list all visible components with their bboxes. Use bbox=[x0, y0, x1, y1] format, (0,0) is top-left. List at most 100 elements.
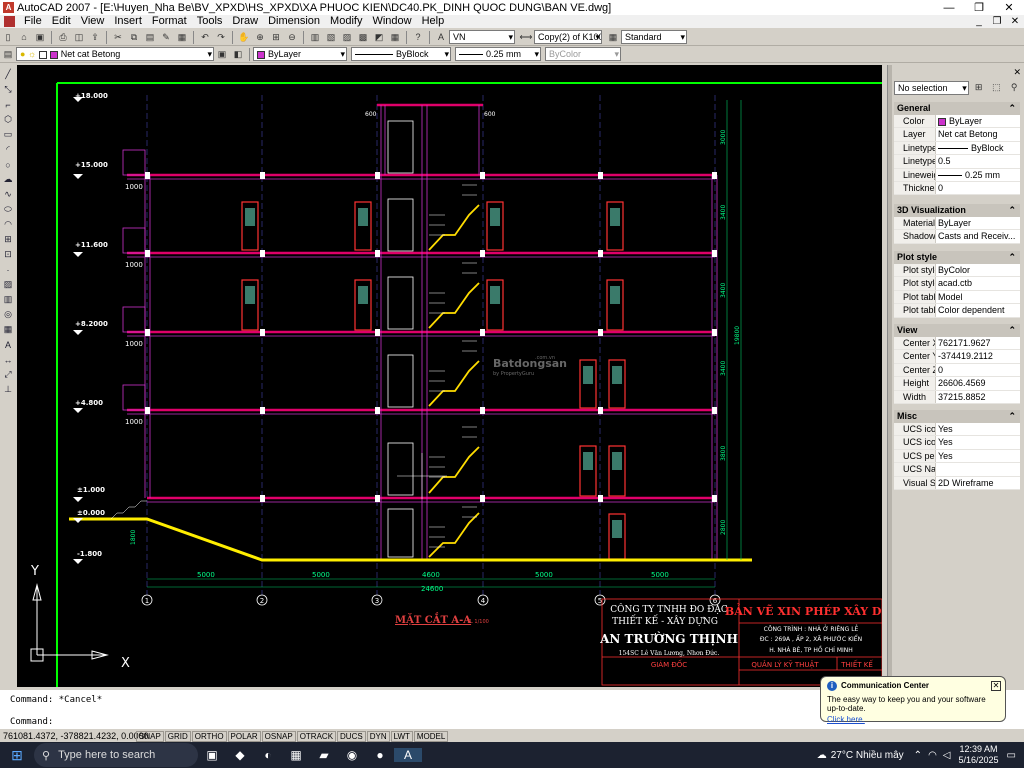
text-style-combo[interactable]: VN bbox=[449, 30, 515, 44]
prop-row[interactable]: UCS icon ...Yes bbox=[894, 436, 1020, 450]
plotstyle-combo[interactable]: ByColor bbox=[545, 47, 621, 61]
make-block-icon[interactable]: ⊡ bbox=[2, 248, 15, 261]
table-style-icon[interactable]: ▦ bbox=[606, 30, 620, 44]
ducs-button[interactable]: DUCS bbox=[337, 730, 366, 742]
gradient-icon[interactable]: ▥ bbox=[2, 293, 15, 306]
prop-row[interactable]: Plot table ...Model bbox=[894, 290, 1020, 305]
properties-icon[interactable]: ▥ bbox=[308, 30, 322, 44]
block-editor-icon[interactable]: ▦ bbox=[175, 30, 189, 44]
select-objects-icon[interactable]: ⬚ bbox=[990, 81, 1004, 95]
zoom-window-icon[interactable]: ⊞ bbox=[269, 30, 283, 44]
wifi-icon[interactable]: ◠ bbox=[928, 750, 937, 761]
balloon-link[interactable]: Click here. bbox=[827, 715, 999, 724]
ortho-button[interactable]: ORTHO bbox=[191, 730, 227, 742]
sheet-set-icon[interactable]: ▩ bbox=[356, 30, 370, 44]
prop-row[interactable]: Center X 762171.9627 bbox=[894, 337, 1020, 351]
model-button[interactable]: MODEL bbox=[413, 730, 449, 742]
dim-linear-icon[interactable]: ↔ bbox=[2, 353, 15, 366]
line-icon[interactable]: ╱ bbox=[2, 68, 15, 81]
chrome-icon[interactable]: ◉ bbox=[338, 748, 366, 762]
toggle-pickadd-icon[interactable]: ⊞ bbox=[972, 81, 986, 95]
cut-icon[interactable]: ✂ bbox=[111, 30, 125, 44]
section-header[interactable]: 3D Visualization bbox=[894, 204, 1020, 217]
layer-manager-icon[interactable]: ▤ bbox=[1, 47, 15, 61]
prop-row[interactable]: UCS per v...Yes bbox=[894, 449, 1020, 464]
store-icon[interactable]: ▦ bbox=[282, 748, 310, 762]
ellipse-icon[interactable]: ⬭ bbox=[2, 203, 15, 216]
prop-row[interactable]: Thickness0 bbox=[894, 181, 1020, 196]
menu-tools[interactable]: Tools bbox=[192, 15, 228, 28]
text-style-icon[interactable]: A bbox=[434, 30, 448, 44]
zoom-realtime-icon[interactable]: ⊕ bbox=[253, 30, 267, 44]
section-header[interactable]: Plot style bbox=[894, 251, 1020, 264]
windows-start-icon[interactable]: ⊞ bbox=[0, 747, 34, 764]
chat-app-icon[interactable]: ● bbox=[366, 748, 394, 762]
point-icon[interactable]: · bbox=[2, 263, 15, 276]
menu-edit[interactable]: Edit bbox=[47, 15, 76, 28]
copilot-icon[interactable]: ◆ bbox=[226, 748, 254, 762]
prop-row[interactable]: Shadow d...Casts and Receiv... bbox=[894, 230, 1020, 244]
table-icon[interactable]: ▦ bbox=[2, 323, 15, 336]
section-header[interactable]: Misc bbox=[894, 410, 1020, 423]
file-explorer-icon[interactable]: ▰ bbox=[310, 748, 338, 762]
insert-block-icon[interactable]: ⊞ bbox=[2, 233, 15, 246]
tool-palettes-icon[interactable]: ▨ bbox=[340, 30, 354, 44]
menu-draw[interactable]: Draw bbox=[227, 15, 263, 28]
menu-dimension[interactable]: Dimension bbox=[263, 15, 325, 28]
lwt-button[interactable]: LWT bbox=[390, 730, 413, 742]
zoom-previous-icon[interactable]: ⊖ bbox=[285, 30, 299, 44]
spline-icon[interactable]: ∿ bbox=[2, 188, 15, 201]
doc-restore-icon[interactable]: ❐ bbox=[988, 16, 1006, 27]
ellipse-arc-icon[interactable]: ◠ bbox=[2, 218, 15, 231]
balloon-close-icon[interactable]: ✕ bbox=[991, 681, 1001, 691]
menu-insert[interactable]: Insert bbox=[109, 15, 147, 28]
doc-close-icon[interactable]: ✕ bbox=[1006, 16, 1024, 27]
taskbar-search[interactable]: ⚲ Type here to search bbox=[34, 743, 198, 767]
drawing-area[interactable]: +18.000 +15.000 +11.600 +8.2000 +4.800 ±… bbox=[17, 65, 882, 687]
prop-row[interactable]: Linetype ByBlock bbox=[894, 141, 1020, 156]
menu-format[interactable]: Format bbox=[147, 15, 192, 28]
measure-icon[interactable]: ⊥ bbox=[2, 383, 15, 396]
dyn-button[interactable]: DYN bbox=[366, 730, 390, 742]
menu-file[interactable]: File bbox=[19, 15, 47, 28]
plot-preview-icon[interactable]: ◫ bbox=[72, 30, 86, 44]
autocad-taskbar-icon[interactable]: A bbox=[394, 748, 422, 762]
region-icon[interactable]: ◎ bbox=[2, 308, 15, 321]
task-view-icon[interactable]: ▣ bbox=[198, 748, 226, 762]
color-combo[interactable]: ByLayer bbox=[253, 47, 347, 61]
dim-style-combo[interactable]: Copy(2) of K100 bbox=[534, 30, 602, 44]
prop-row[interactable]: UCS icon ...Yes bbox=[894, 423, 1020, 437]
copy-icon[interactable]: ⧉ bbox=[127, 30, 141, 44]
doc-minimize-icon[interactable]: _ bbox=[970, 16, 988, 27]
layer-previous-icon[interactable]: ◧ bbox=[231, 47, 245, 61]
arc-icon[interactable]: ◜ bbox=[2, 143, 15, 156]
rectangle-icon[interactable]: ▭ bbox=[2, 128, 15, 141]
menu-modify[interactable]: Modify bbox=[325, 15, 367, 28]
prop-row[interactable]: Plot style ByColor bbox=[894, 264, 1020, 278]
otrack-button[interactable]: OTRACK bbox=[296, 730, 337, 742]
palette-title-strip[interactable] bbox=[888, 65, 892, 687]
undo-icon[interactable]: ↶ bbox=[198, 30, 212, 44]
open-icon[interactable]: ⌂ bbox=[17, 30, 31, 44]
prop-row[interactable]: Layer Net cat Betong bbox=[894, 128, 1020, 142]
linetype-combo[interactable]: ByBlock bbox=[351, 47, 451, 61]
menu-help[interactable]: Help bbox=[417, 15, 450, 28]
weather-text[interactable]: 27°C Nhiều mây bbox=[831, 750, 904, 761]
minimize-icon[interactable]: — bbox=[934, 2, 964, 14]
tray-chevron-icon[interactable]: ⌃ bbox=[914, 750, 922, 761]
volume-icon[interactable]: ◁ bbox=[943, 750, 951, 761]
match-properties-icon[interactable]: ✎ bbox=[159, 30, 173, 44]
notification-icon[interactable]: ▭ bbox=[1007, 750, 1016, 761]
prop-row[interactable]: Width 37215.8852 bbox=[894, 390, 1020, 404]
markup-icon[interactable]: ◩ bbox=[372, 30, 386, 44]
construction-line-icon[interactable]: ⤡ bbox=[2, 83, 15, 96]
help-icon[interactable]: ? bbox=[411, 30, 425, 44]
save-icon[interactable]: ▣ bbox=[33, 30, 47, 44]
design-center-icon[interactable]: ▧ bbox=[324, 30, 338, 44]
dim-aligned-icon[interactable]: ⤢ bbox=[2, 368, 15, 381]
section-header[interactable]: View bbox=[894, 324, 1020, 337]
section-header[interactable]: General bbox=[894, 102, 1020, 115]
redo-icon[interactable]: ↷ bbox=[214, 30, 228, 44]
prop-row[interactable]: Visual Style2D Wireframe bbox=[894, 476, 1020, 490]
table-style-combo[interactable]: Standard bbox=[621, 30, 687, 44]
